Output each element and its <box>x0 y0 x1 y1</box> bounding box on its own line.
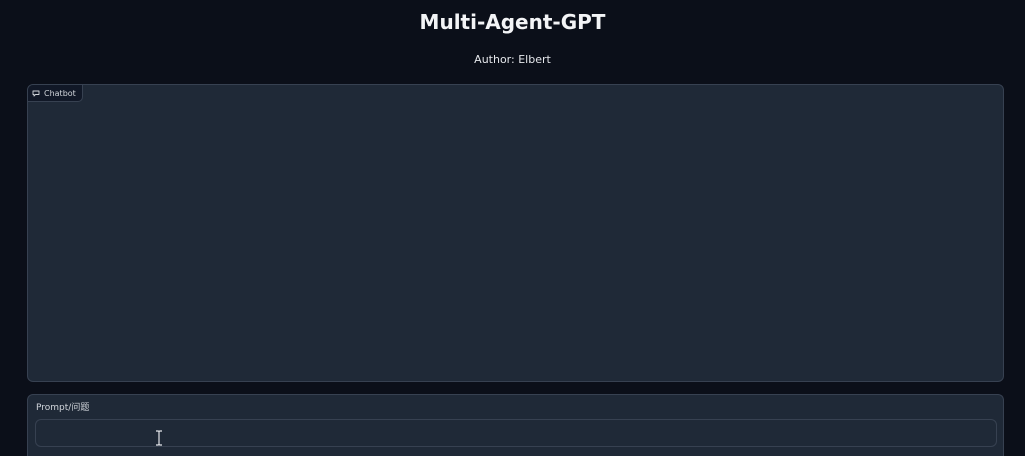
prompt-label: Prompt/问题 <box>36 403 90 413</box>
chatbot-label: Chatbot <box>44 88 76 98</box>
author-line: Author: Elbert <box>474 53 551 66</box>
prompt-block: Prompt/问题 <box>27 394 1004 456</box>
chatbot-panel: Chatbot <box>27 84 1004 382</box>
chatbot-label-badge: Chatbot <box>28 85 83 102</box>
prompt-input[interactable] <box>35 419 997 447</box>
chat-bubble-icon <box>32 90 40 97</box>
page-title: Multi-Agent-GPT <box>419 10 606 34</box>
